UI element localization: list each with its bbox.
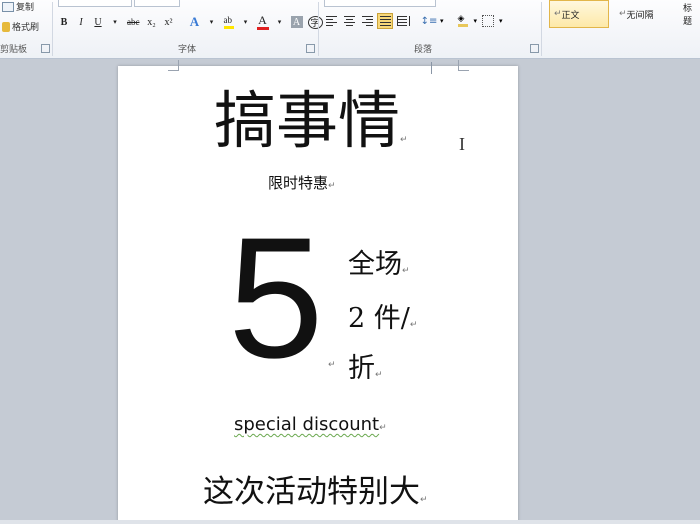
style-heading-label: 标题	[683, 4, 693, 27]
text-effect-dropdown-icon[interactable]: ▾	[206, 14, 218, 30]
bottom-line-text: 这次活动特别大	[203, 474, 420, 510]
paragraph-mark: ↵	[420, 495, 428, 505]
font-name-field[interactable]	[58, 0, 132, 7]
indent-marker	[431, 62, 432, 74]
copy-button[interactable]: 复制	[2, 0, 34, 13]
font-format-row: B I U ▾ abc x₂ x² A ▾ ab ▾ A ▾ A 字	[58, 13, 323, 30]
borders-button[interactable]	[481, 14, 495, 28]
doc-title[interactable]: 搞事情↵	[214, 86, 408, 175]
justify-icon	[379, 16, 391, 26]
offer-line-1[interactable]: 全场↵	[348, 242, 410, 281]
align-center-icon	[343, 16, 355, 26]
paragraph-top-controls	[324, 0, 436, 7]
text-cursor-icon: I	[459, 134, 465, 154]
paragraph-row: ↕≡ ▾ ◈ ▾ ▾	[324, 13, 503, 29]
special-discount-line[interactable]: special discount↵	[234, 414, 387, 435]
paragraph-mark: ↵	[400, 135, 408, 145]
style-heading[interactable]: 标题	[679, 0, 700, 28]
strikethrough-button[interactable]: abc	[126, 14, 141, 30]
enclosed-char-button[interactable]: 字	[307, 15, 323, 29]
format-painter-icon	[2, 21, 10, 32]
text-effect-button[interactable]: A	[189, 14, 201, 30]
align-left-icon	[325, 16, 337, 26]
subscript-button[interactable]: x₂	[146, 14, 158, 30]
font-dialog-launcher-icon[interactable]	[306, 44, 315, 53]
offer-line-1-text: 全场	[348, 249, 402, 280]
paragraph-dialog-launcher-icon[interactable]	[530, 44, 539, 53]
style-no-spacing[interactable]: ↵ 无间隔	[615, 0, 677, 28]
paragraph-mark: ↵	[402, 266, 410, 276]
offer-line-2[interactable]: 2 件/↵	[348, 296, 417, 335]
margin-corner-mark	[168, 60, 179, 71]
align-right-icon	[361, 16, 373, 26]
line-spacing-icon: ↕≡	[420, 15, 438, 27]
doc-subtitle-text: 限时特惠	[268, 174, 329, 192]
borders-dropdown-icon[interactable]: ▾	[499, 17, 503, 25]
doc-subtitle[interactable]: 限时特惠↵	[268, 172, 336, 193]
underline-button[interactable]: U	[92, 14, 104, 30]
underline-dropdown-icon[interactable]: ▾	[109, 14, 121, 30]
ribbon: 复制 格式刷 B I U ▾ abc x₂ x² A ▾ ab ▾ A ▾ A …	[0, 0, 700, 59]
distributed-icon	[396, 16, 410, 26]
border-icon	[482, 15, 495, 27]
italic-button[interactable]: I	[75, 14, 87, 30]
offer-line-3[interactable]: 折↵	[348, 346, 383, 385]
char-shading-button[interactable]: A	[290, 16, 303, 28]
font-color-dropdown-icon[interactable]: ▾	[274, 14, 286, 30]
paragraph-mark: ↵	[379, 423, 387, 433]
font-group-label: 字体	[178, 45, 197, 55]
style-normal[interactable]: ↵ 正文	[549, 0, 609, 28]
paragraph-mark: ↵	[409, 320, 418, 330]
margin-corner-mark	[458, 60, 469, 71]
distributed-button[interactable]	[396, 14, 410, 28]
paragraph-group-label: 段落	[414, 45, 433, 55]
styles-gallery: ↵ 正文 ↵ 无间隔 标题	[545, 0, 700, 40]
offer-line-2-text: 2 件/	[348, 303, 410, 334]
doc-title-text: 搞事情	[214, 84, 401, 157]
line-spacing-dropdown-icon[interactable]: ▾	[440, 17, 444, 25]
paint-bucket-icon: ◈	[457, 15, 468, 27]
shading-dropdown-icon[interactable]: ▾	[474, 17, 478, 25]
offer-line-3-text: 折	[348, 353, 375, 384]
copy-icon	[2, 1, 14, 12]
line-spacing-button[interactable]: ↕≡	[420, 14, 438, 28]
document-page[interactable]: 搞事情↵ 限时特惠↵ 5 ↵ 全场↵ 2 件/↵ 折↵ special disc…	[118, 60, 518, 524]
highlight-icon: ab	[223, 15, 234, 29]
format-painter-button[interactable]: 格式刷	[2, 20, 39, 33]
status-bar-edge	[0, 520, 700, 524]
clipboard-dialog-launcher-icon[interactable]	[41, 44, 50, 53]
format-painter-label: 格式刷	[12, 23, 40, 33]
special-discount-text: special discount	[234, 414, 380, 435]
bold-button[interactable]: B	[58, 14, 70, 30]
paragraph-mark: ↵	[328, 360, 336, 370]
superscript-button[interactable]: x²	[163, 14, 175, 30]
clipboard-group-label: 剪贴板	[0, 45, 28, 55]
paragraph-mark: ↵	[375, 370, 383, 380]
shading-button[interactable]: ◈	[456, 14, 470, 28]
font-color-button[interactable]: A	[256, 13, 269, 30]
justify-button[interactable]	[377, 13, 393, 29]
style-normal-label: 正文	[561, 10, 580, 21]
bottom-line[interactable]: 这次活动特别大↵	[203, 466, 428, 511]
highlight-button[interactable]: ab	[223, 14, 235, 30]
align-left-button[interactable]	[324, 14, 338, 28]
font-size-field[interactable]	[134, 0, 180, 7]
paragraph-mark: ↵	[328, 181, 336, 191]
copy-label: 复制	[16, 3, 35, 13]
highlight-dropdown-icon[interactable]: ▾	[240, 14, 252, 30]
style-no-spacing-label: 无间隔	[626, 10, 654, 21]
align-right-button[interactable]	[360, 14, 374, 28]
align-center-button[interactable]	[342, 14, 356, 28]
group-labels: 剪贴板 字体 段落	[0, 42, 700, 56]
big-number[interactable]: 5	[228, 212, 324, 384]
